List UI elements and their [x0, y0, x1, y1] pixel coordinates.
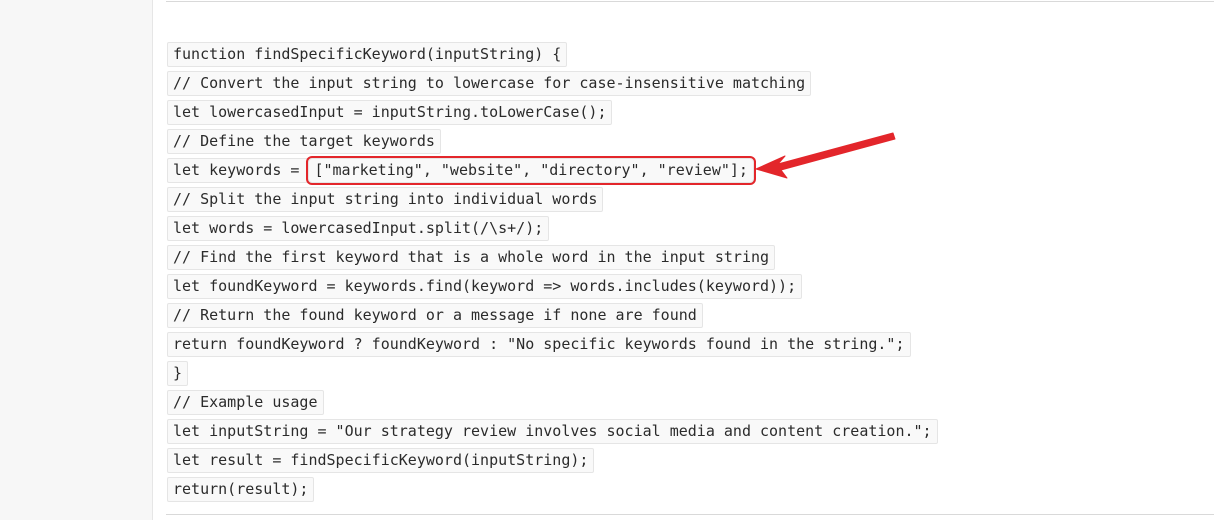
code-comment: // Return the found keyword or a message…: [167, 303, 703, 328]
code-line-13: // Example usage: [167, 389, 938, 418]
code-line-10: // Return the found keyword or a message…: [167, 302, 938, 331]
code-text: }: [167, 361, 189, 386]
code-text: return(result);: [167, 477, 315, 502]
code-line-12: }: [167, 360, 938, 389]
code-text: let lowercasedInput = inputString.toLowe…: [167, 100, 613, 125]
code-comment: // Split the input string into individua…: [167, 187, 604, 212]
code-text: let keywords =: [167, 158, 309, 183]
bottom-divider: [166, 514, 1214, 515]
code-text: let words = lowercasedInput.split(/\s+/)…: [167, 216, 550, 241]
code-comment: // Define the target keywords: [167, 129, 441, 154]
code-comment: // Find the first keyword that is a whol…: [167, 245, 776, 270]
code-comment: // Example usage: [167, 390, 324, 415]
top-divider: [166, 1, 1214, 2]
highlighted-keywords-array: ["marketing", "website", "directory", "r…: [308, 158, 754, 183]
code-line-16: return(result);: [167, 476, 938, 505]
code-line-6: // Split the input string into individua…: [167, 186, 938, 215]
code-line-5: let keywords = ["marketing", "website", …: [167, 157, 938, 186]
code-block: function findSpecificKeyword(inputString…: [167, 41, 938, 505]
code-line-7: let words = lowercasedInput.split(/\s+/)…: [167, 215, 938, 244]
code-line-15: let result = findSpecificKeyword(inputSt…: [167, 447, 938, 476]
left-sidebar-gutter: [0, 0, 153, 520]
code-text: let result = findSpecificKeyword(inputSt…: [167, 448, 595, 473]
code-comment: // Convert the input string to lowercase…: [167, 71, 812, 96]
code-line-3: let lowercasedInput = inputString.toLowe…: [167, 99, 938, 128]
code-line-14: let inputString = "Our strategy review i…: [167, 418, 938, 447]
code-text: return foundKeyword ? foundKeyword : "No…: [167, 332, 911, 357]
code-line-2: // Convert the input string to lowercase…: [167, 70, 938, 99]
code-text: function findSpecificKeyword(inputString…: [167, 42, 568, 67]
code-line-8: // Find the first keyword that is a whol…: [167, 244, 938, 273]
code-line-1: function findSpecificKeyword(inputString…: [167, 41, 938, 70]
code-text: let foundKeyword = keywords.find(keyword…: [167, 274, 803, 299]
code-line-4: // Define the target keywords: [167, 128, 938, 157]
code-line-9: let foundKeyword = keywords.find(keyword…: [167, 273, 938, 302]
code-line-11: return foundKeyword ? foundKeyword : "No…: [167, 331, 938, 360]
code-text: let inputString = "Our strategy review i…: [167, 419, 938, 444]
